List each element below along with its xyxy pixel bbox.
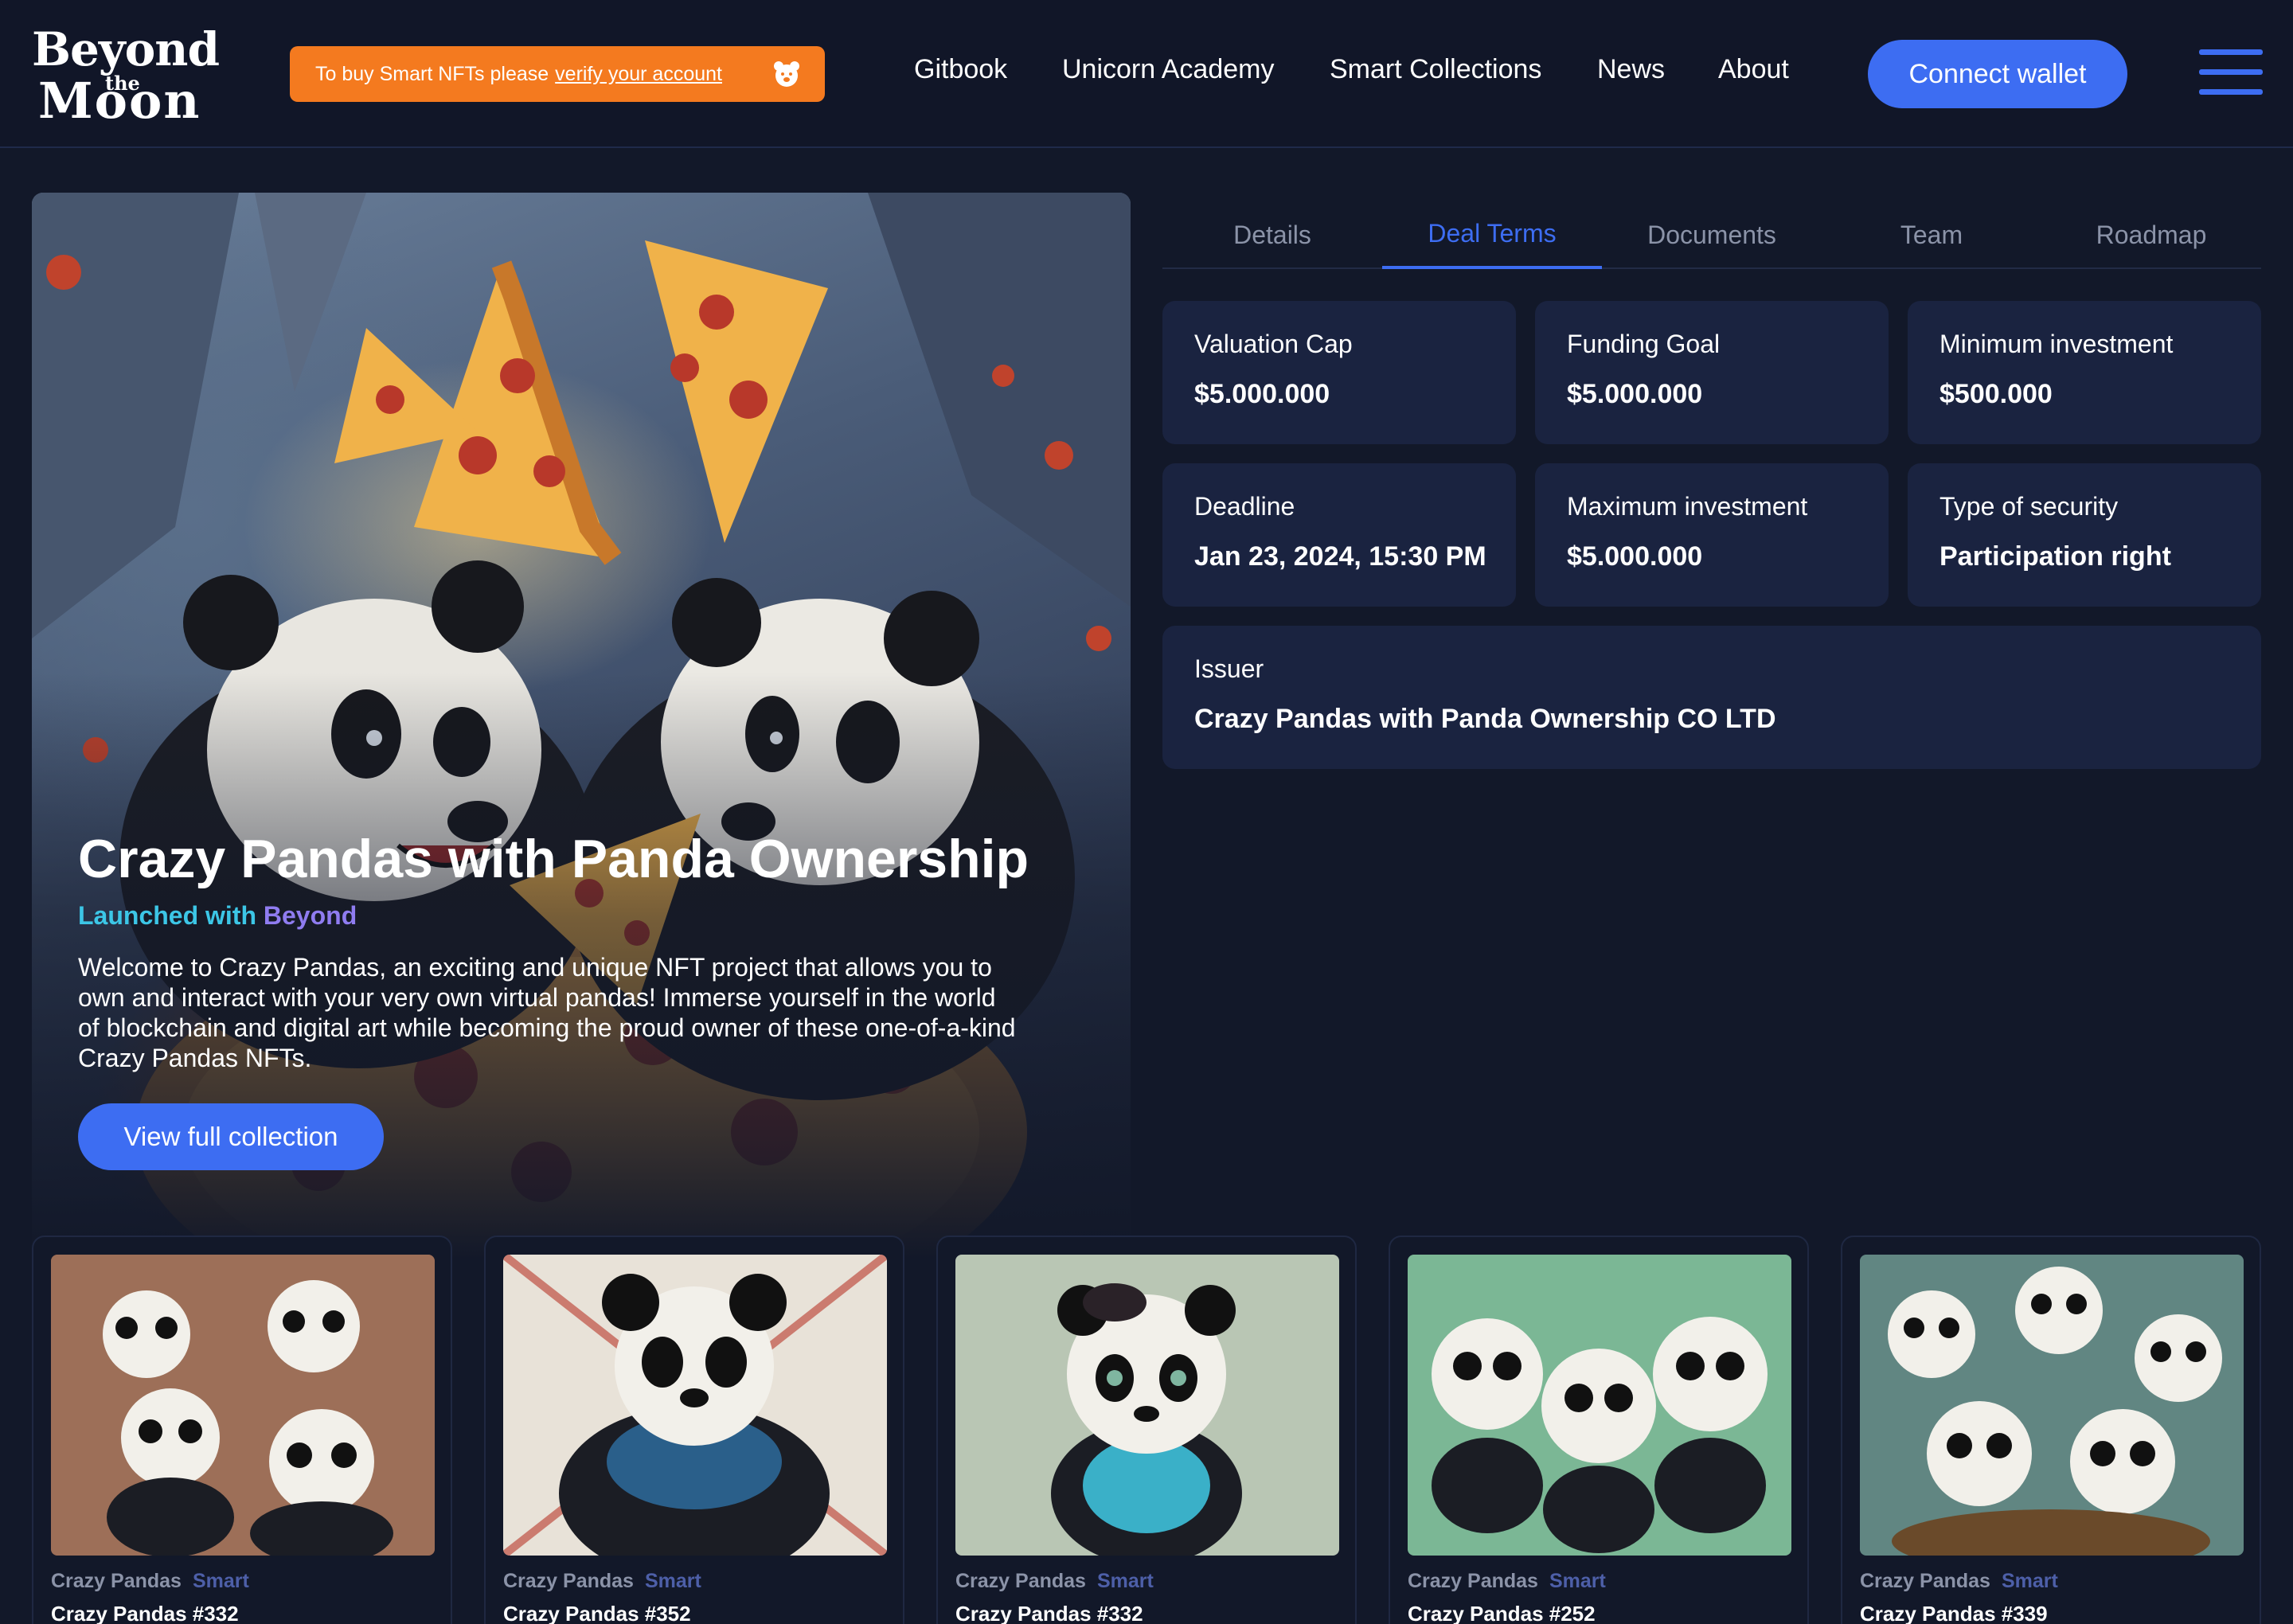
tab-details[interactable]: Details [1162,201,1382,269]
nft-name: Crazy Pandas #339 [1860,1602,2048,1624]
panda-group-image [51,1255,435,1556]
nav-unicorn-academy[interactable]: Unicorn Academy [1062,54,1274,85]
valuation-cap-label: Valuation Cap [1194,330,1353,358]
nft-collection-name: Crazy Pandas [51,1570,182,1592]
top-header: Beyond Moon the To buy Smart NFTs please… [0,0,2293,148]
minimum-investment-label: Minimum investment [1939,330,2174,358]
minimum-investment-card: Minimum investment $500.000 [1908,301,2261,444]
nft-thumbnail[interactable] [51,1255,435,1556]
nft-card[interactable]: Crazy Pandas Smart Crazy Pandas #252 [1389,1236,1809,1624]
deadline-value: Jan 23, 2024, 15:30 PM [1194,541,1486,572]
nav-news[interactable]: News [1597,54,1665,85]
nft-name: Crazy Pandas #332 [955,1602,1143,1624]
bear-icon [774,61,799,87]
three-pandas-image [1408,1255,1791,1556]
nft-smart-tag: Smart [1549,1570,1606,1592]
collection-description: Welcome to Crazy Pandas, an exciting and… [78,953,1016,1072]
view-full-collection-button[interactable]: View full collection [78,1103,384,1170]
nft-collection-label: Crazy Pandas Smart [51,1570,249,1593]
launched-with-label: Launched with Beyond [78,901,357,931]
type-of-security-label: Type of security [1939,492,2119,521]
nft-name: Crazy Pandas #352 [503,1602,691,1624]
nft-collection-name: Crazy Pandas [1860,1570,1990,1592]
hamburger-menu-icon[interactable] [2199,49,2263,96]
beyond-the-moon-logo[interactable]: Beyond Moon the [32,22,220,130]
nft-collection-name: Crazy Pandas [503,1570,634,1592]
nft-smart-tag: Smart [2001,1570,2058,1592]
nft-smart-tag: Smart [1096,1570,1154,1592]
panda-crowd-image [1860,1255,2244,1556]
nft-collection-name: Crazy Pandas [1408,1570,1538,1592]
deadline-card: Deadline Jan 23, 2024, 15:30 PM [1162,463,1516,607]
nft-smart-tag: Smart [644,1570,701,1592]
minimum-investment-value: $500.000 [1939,379,2053,409]
issuer-value: Crazy Pandas with Panda Ownership CO LTD [1194,704,1776,734]
collection-hero: Crazy Pandas with Panda Ownership Launch… [32,193,1131,1259]
nav-smart-collections[interactable]: Smart Collections [1330,54,1541,85]
nft-collection-label: Crazy Pandas Smart [503,1570,701,1593]
nft-collection-label: Crazy Pandas Smart [1860,1570,2058,1593]
tab-roadmap[interactable]: Roadmap [2041,201,2261,269]
banner-text: To buy Smart NFTs please [315,62,549,85]
nft-collection-name: Crazy Pandas [955,1570,1086,1592]
funding-goal-card: Funding Goal $5.000.000 [1535,301,1889,444]
nav-gitbook[interactable]: Gitbook [914,54,1007,85]
nft-smart-tag: Smart [192,1570,249,1592]
tab-team[interactable]: Team [1822,201,2041,269]
nft-collection-label: Crazy Pandas Smart [1408,1570,1606,1593]
maximum-investment-label: Maximum investment [1567,492,1808,521]
type-of-security-value: Participation right [1939,541,2171,572]
nft-thumbnail[interactable] [503,1255,887,1556]
logo-line-1: Beyond [32,22,220,76]
funding-goal-label: Funding Goal [1567,330,1721,358]
panda-warrior-image [503,1255,887,1556]
valuation-cap-value: $5.000.000 [1194,379,1330,409]
collection-title: Crazy Pandas with Panda Ownership [78,829,1029,889]
nav-about[interactable]: About [1718,54,1789,85]
nft-card[interactable]: Crazy Pandas Smart Crazy Pandas #339 [1841,1236,2261,1624]
issuer-card: Issuer Crazy Pandas with Panda Ownership… [1162,626,2261,769]
nft-card[interactable]: Crazy Pandas Smart Crazy Pandas #352 [484,1236,904,1624]
type-of-security-card: Type of security Participation right [1908,463,2261,607]
funding-goal-value: $5.000.000 [1567,379,1703,409]
nft-name: Crazy Pandas #252 [1408,1602,1596,1624]
deadline-label: Deadline [1194,492,1295,521]
issuer-label: Issuer [1194,654,1264,683]
nft-thumbnail[interactable] [955,1255,1339,1556]
tab-deal-terms[interactable]: Deal Terms [1382,201,1602,269]
logo-line-2: the [105,72,140,95]
nft-thumbnail[interactable] [1860,1255,2244,1556]
valuation-cap-card: Valuation Cap $5.000.000 [1162,301,1516,444]
project-tabs: Details Deal Terms Documents Team Roadma… [1162,201,2261,269]
tab-documents[interactable]: Documents [1602,201,1822,269]
nft-card[interactable]: Crazy Pandas Smart Crazy Pandas #332 [936,1236,1357,1624]
nft-collection-label: Crazy Pandas Smart [955,1570,1154,1593]
hero-gradient-overlay [32,193,1131,1259]
verify-account-banner: To buy Smart NFTs please verify your acc… [290,46,825,102]
panda-with-bow-image [955,1255,1339,1556]
nft-card[interactable]: Crazy Pandas Smart Crazy Pandas #332 [32,1236,452,1624]
maximum-investment-value: $5.000.000 [1567,541,1703,572]
launched-brand: Beyond [263,901,357,930]
connect-wallet-button[interactable]: Connect wallet [1868,40,2127,108]
verify-account-link[interactable]: verify your account [555,63,722,86]
nft-name: Crazy Pandas #332 [51,1602,239,1624]
launched-prefix: Launched with [78,901,256,930]
maximum-investment-card: Maximum investment $5.000.000 [1535,463,1889,607]
nft-thumbnail[interactable] [1408,1255,1791,1556]
